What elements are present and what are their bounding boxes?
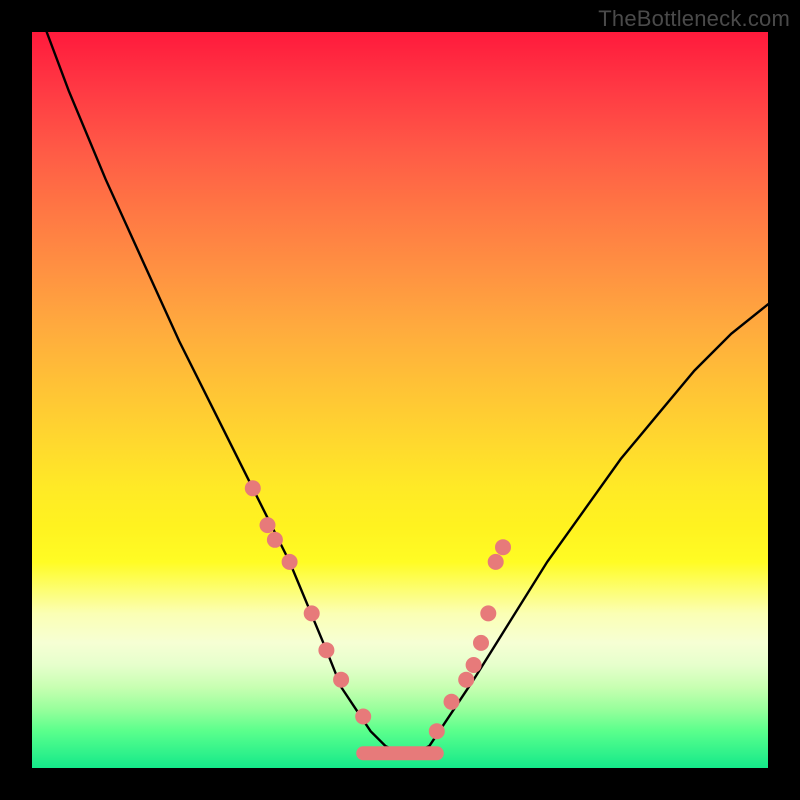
marker-dot (304, 605, 320, 621)
marker-dot (355, 709, 371, 725)
marker-dot (282, 554, 298, 570)
watermark-text: TheBottleneck.com (598, 6, 790, 32)
marker-dot (473, 635, 489, 651)
bottleneck-curve (47, 32, 768, 753)
chart-frame: TheBottleneck.com (0, 0, 800, 800)
curve-svg (32, 32, 768, 768)
plot-area (32, 32, 768, 768)
marker-dot (488, 554, 504, 570)
marker-dot (480, 605, 496, 621)
marker-group (245, 480, 511, 739)
marker-dot (458, 672, 474, 688)
marker-dot (333, 672, 349, 688)
marker-dot (318, 642, 334, 658)
marker-dot (245, 480, 261, 496)
marker-dot (444, 694, 460, 710)
marker-dot (260, 517, 276, 533)
marker-dot (267, 532, 283, 548)
marker-dot (495, 539, 511, 555)
marker-dot (429, 723, 445, 739)
marker-dot (466, 657, 482, 673)
